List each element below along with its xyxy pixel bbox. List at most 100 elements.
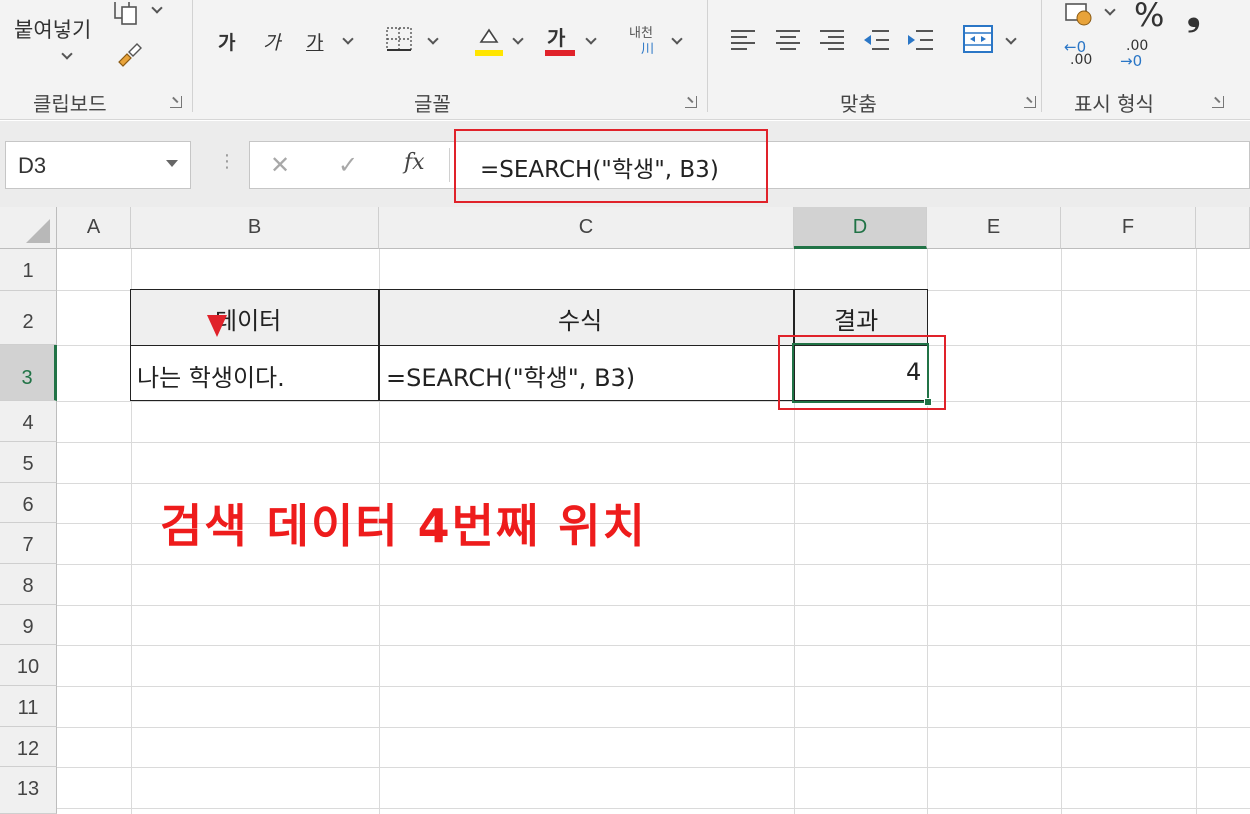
cell-c2-header[interactable]: 수식	[558, 301, 602, 336]
alignment-group: 맞춤	[708, 0, 1040, 120]
insert-function-button[interactable]: fx	[404, 150, 425, 175]
fill-color-icon[interactable]	[473, 20, 505, 58]
cell-c3[interactable]: =SEARCH("학생", B3)	[386, 358, 635, 393]
row-header-13[interactable]: 13	[0, 767, 57, 814]
gridline	[57, 605, 1250, 606]
name-box-value: D3	[18, 153, 47, 178]
cancel-button[interactable]: ✕	[270, 151, 290, 179]
italic-button[interactable]: 가	[263, 28, 280, 55]
column-header-a[interactable]: A	[57, 207, 131, 249]
formula-divider	[449, 148, 450, 182]
row-header-7[interactable]: 7	[0, 523, 57, 564]
accounting-format-icon[interactable]	[1064, 2, 1096, 26]
accounting-dropdown-icon[interactable]	[1104, 4, 1116, 16]
gridline	[57, 767, 1250, 768]
gridline	[57, 808, 1250, 809]
font-color-button[interactable]: 가	[545, 20, 575, 58]
row-header-10[interactable]: 10	[0, 645, 57, 686]
increase-indent-icon[interactable]	[906, 28, 934, 52]
cell-b3[interactable]: 나는 학생이다.	[137, 358, 285, 393]
row-header-12[interactable]: 12	[0, 727, 57, 767]
row-header-6[interactable]: 6	[0, 483, 57, 523]
clipboard-dialog-launcher-icon[interactable]	[170, 96, 182, 108]
fill-color-dropdown-icon[interactable]	[512, 33, 524, 45]
formula-highlight-box	[454, 129, 768, 203]
font-group: 가 가 가 가 내천 川 글꼴	[193, 0, 706, 120]
paste-button[interactable]: 붙여넣기	[8, 0, 108, 70]
row-header-5[interactable]: 5	[0, 442, 57, 483]
underline-button[interactable]: 가	[306, 28, 323, 55]
alignment-group-label: 맞춤	[840, 92, 877, 116]
phonetic-button[interactable]: 내천 川	[627, 20, 661, 58]
gridline	[57, 483, 1250, 484]
formula-bar-grip-icon[interactable]: ⋮	[218, 151, 236, 172]
down-arrow-icon	[207, 315, 227, 337]
column-header-d[interactable]: D	[794, 207, 927, 249]
decrease-decimal-button[interactable]: .00 →0	[1120, 38, 1154, 72]
phonetic-dropdown-icon[interactable]	[671, 33, 683, 45]
column-header-e[interactable]: E	[927, 207, 1061, 249]
border-dropdown-icon[interactable]	[427, 33, 439, 45]
comma-button[interactable]: ❟	[1187, 0, 1200, 34]
gridline	[1061, 249, 1062, 814]
format-painter-icon[interactable]	[113, 38, 145, 70]
font-group-label: 글꼴	[414, 92, 451, 116]
name-box[interactable]: D3	[5, 141, 191, 189]
enter-button[interactable]: ✓	[338, 151, 358, 179]
gridline	[57, 442, 1250, 443]
decrease-indent-icon[interactable]	[862, 28, 890, 52]
cell-d2-header[interactable]: 결과	[834, 301, 878, 336]
align-right-icon[interactable]	[819, 28, 845, 52]
gridline	[57, 401, 1250, 402]
align-center-icon[interactable]	[775, 28, 801, 52]
font-color-dropdown-icon[interactable]	[585, 33, 597, 45]
gridline	[57, 645, 1250, 646]
row-header-11[interactable]: 11	[0, 686, 57, 727]
merge-dropdown-icon[interactable]	[1005, 33, 1017, 45]
align-left-icon[interactable]	[730, 28, 756, 52]
phonetic-label-bottom: 川	[641, 42, 655, 57]
percent-button[interactable]: %	[1134, 0, 1164, 34]
number-group: % ❟ ←0 .00 .00 →0 표시 형식	[1042, 0, 1250, 120]
gridline	[57, 686, 1250, 687]
column-header-b[interactable]: B	[131, 207, 379, 249]
gridline	[57, 727, 1250, 728]
row-header-3[interactable]: 3	[0, 345, 57, 401]
copy-dropdown-icon[interactable]	[151, 2, 163, 14]
underline-dropdown-icon[interactable]	[342, 33, 354, 45]
border-icon[interactable]	[385, 26, 413, 52]
row-header-1[interactable]: 1	[0, 249, 57, 291]
number-group-label: 표시 형식	[1074, 92, 1154, 116]
row-header-9[interactable]: 9	[0, 605, 57, 645]
bold-button[interactable]: 가	[218, 28, 235, 55]
result-highlight-box	[778, 335, 946, 410]
select-all-triangle-icon	[26, 219, 50, 243]
clipboard-group-label: 클립보드	[33, 92, 107, 116]
increase-decimal-button[interactable]: ←0 .00	[1064, 38, 1098, 72]
number-dialog-launcher-icon[interactable]	[1212, 96, 1224, 108]
gridline	[57, 564, 1250, 565]
font-color-label: 가	[547, 26, 566, 50]
paste-dropdown-icon	[61, 48, 73, 60]
font-dialog-launcher-icon[interactable]	[685, 96, 697, 108]
alignment-dialog-launcher-icon[interactable]	[1024, 96, 1036, 108]
copy-icon[interactable]	[113, 0, 139, 26]
increase-decimal-label: .00	[1070, 52, 1093, 68]
name-box-dropdown-icon[interactable]	[166, 160, 178, 167]
row-header-4[interactable]: 4	[0, 401, 57, 442]
column-header-f[interactable]: F	[1061, 207, 1196, 249]
merge-center-icon[interactable]	[962, 24, 994, 54]
annotation-text: 검색 데이터 4번째 위치	[160, 499, 647, 553]
ribbon: 붙여넣기 클립보드 가 가 가 가 내천 川 글꼴 맞춤 % ❟ ←0 .00 …	[0, 0, 1250, 120]
column-header-g[interactable]	[1196, 207, 1250, 249]
font-color-swatch	[545, 50, 575, 56]
gridline	[1196, 249, 1197, 814]
paste-label: 붙여넣기	[14, 18, 92, 42]
clipboard-group: 붙여넣기 클립보드	[0, 0, 190, 120]
decrease-decimal-arrow-icon: →0	[1120, 52, 1143, 70]
row-header-8[interactable]: 8	[0, 564, 57, 605]
select-all-corner[interactable]	[0, 207, 57, 249]
row-header-2[interactable]: 2	[0, 291, 57, 345]
table-divider	[378, 289, 380, 401]
column-header-c[interactable]: C	[379, 207, 794, 249]
